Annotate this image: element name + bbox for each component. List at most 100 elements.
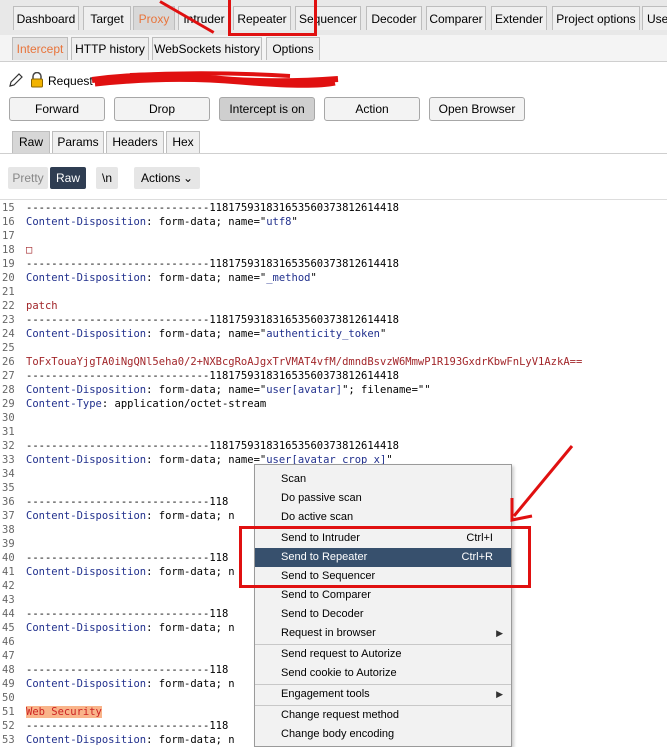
boundary-text: -----------------------------11817593183… — [26, 202, 399, 214]
annotation-box-send-group — [239, 526, 531, 588]
header-key: Content-Disposition — [26, 566, 147, 578]
menu-item[interactable]: Scan — [255, 470, 511, 489]
context-menu: Scan Do passive scan Do active scan Send to… — [254, 464, 512, 747]
field-name: user[avatar] — [266, 384, 343, 396]
annotation-box-repeater-tab — [228, 0, 317, 36]
line-number: 30 — [2, 412, 15, 424]
code-line: Content-Disposition: form-data; name="ut… — [26, 216, 298, 228]
line-number: 24 — [2, 328, 15, 340]
header-value: : application/octet-stream — [101, 398, 267, 410]
actions-dropdown[interactable]: Actions ⌄ — [134, 167, 200, 189]
boundary-text: -----------------------------118 — [26, 720, 229, 732]
field-value: patch — [26, 300, 58, 312]
code-line: -----------------------------118 — [26, 608, 228, 620]
field-name: _method — [266, 272, 311, 284]
boundary-text: -----------------------------11817593183… — [26, 314, 399, 326]
main-tab-bar: Dashboard Target Proxy Intruder Repeater… — [0, 0, 667, 36]
line-number: 34 — [2, 468, 15, 480]
code-line: -----------------------------118 — [26, 496, 228, 508]
code-line: Content-Disposition: form-data; n — [26, 566, 235, 578]
line-number: 32 — [2, 440, 15, 452]
header-key: Content-Disposition — [26, 734, 147, 746]
header-key: Content-Type — [26, 398, 102, 410]
tab-user-options[interactable]: Use — [642, 6, 667, 30]
highlighted-value: Web Security — [26, 706, 102, 718]
code-line: Content-Disposition: form-data; name="us… — [26, 384, 431, 396]
code-line: -----------------------------11817593183… — [26, 370, 399, 382]
header-value: : form-data; name=" — [146, 216, 267, 228]
menu-item-label: Do passive scan — [281, 492, 362, 504]
header-value-end: " — [291, 216, 298, 228]
pretty-toggle[interactable]: Pretty — [8, 167, 48, 189]
line-number: 39 — [2, 538, 15, 550]
line-number: 27 — [2, 370, 15, 382]
menu-item[interactable]: Send request to Autorize — [255, 645, 511, 664]
field-name: authenticity_token — [266, 328, 381, 340]
open-browser-button[interactable]: Open Browser — [429, 97, 525, 121]
tab-http-history[interactable]: HTTP history — [71, 37, 149, 60]
code-line: Content-Disposition: form-data; name="_m… — [26, 272, 317, 284]
menu-item[interactable]: Send cookie to Autorize — [255, 664, 511, 683]
intercept-toggle-button[interactable]: Intercept is on — [219, 97, 315, 121]
forward-button[interactable]: Forward — [9, 97, 105, 121]
newline-toggle[interactable]: \n — [96, 167, 118, 189]
tab-dashboard[interactable]: Dashboard — [13, 6, 79, 30]
tab-decoder[interactable]: Decoder — [366, 6, 422, 30]
menu-item[interactable]: Change body encoding — [255, 725, 511, 744]
line-number: 49 — [2, 678, 15, 690]
tab-headers[interactable]: Headers — [106, 131, 164, 153]
field-value: ToFxTouaYjgTA0iNgQNl5eha0/2+NXBcgRoAJgxT… — [26, 356, 583, 368]
boundary-text: -----------------------------11817593183… — [26, 258, 399, 270]
line-number: 28 — [2, 384, 15, 396]
tab-divider — [0, 153, 667, 154]
tab-extender[interactable]: Extender — [491, 6, 547, 30]
tab-comparer[interactable]: Comparer — [426, 6, 486, 30]
tab-options[interactable]: Options — [266, 37, 320, 60]
menu-item[interactable]: Change request method — [255, 706, 511, 725]
line-number: 18 — [2, 244, 15, 256]
code-line: -----------------------------118 — [26, 552, 228, 564]
header-key: Content-Disposition — [26, 384, 147, 396]
header-value: : form-data; n — [146, 566, 235, 578]
menu-item[interactable]: Send to Comparer — [255, 586, 511, 605]
tab-intercept[interactable]: Intercept — [12, 37, 68, 60]
code-line: -----------------------------11817593183… — [26, 258, 399, 270]
header-key: Content-Disposition — [26, 328, 147, 340]
lock-icon — [31, 72, 43, 88]
header-key: Content-Disposition — [26, 510, 147, 522]
line-number: 31 — [2, 426, 15, 438]
menu-item-label: Send cookie to Autorize — [281, 667, 397, 679]
code-line: patch — [26, 300, 58, 312]
tab-raw[interactable]: Raw — [12, 131, 50, 153]
line-number: 26 — [2, 356, 15, 368]
code-line: -----------------------------118 — [26, 720, 228, 732]
tab-hex[interactable]: Hex — [166, 131, 200, 153]
line-number: 52 — [2, 720, 15, 732]
code-line: Content-Disposition: form-data; n — [26, 510, 235, 522]
menu-item[interactable]: Request in browser ▶ — [255, 624, 511, 643]
action-button[interactable]: Action — [324, 97, 420, 121]
line-number: 53 — [2, 734, 15, 746]
drop-button[interactable]: Drop — [114, 97, 210, 121]
code-line: Content-Disposition: form-data; n — [26, 678, 235, 690]
line-number: 35 — [2, 482, 15, 494]
menu-item[interactable]: Engagement tools ▶ — [255, 685, 511, 704]
tab-project-options[interactable]: Project options — [552, 6, 640, 30]
tab-proxy[interactable]: Proxy — [133, 6, 175, 30]
menu-item-label: Send to Decoder — [281, 608, 364, 620]
tab-target[interactable]: Target — [83, 6, 131, 30]
menu-item[interactable]: Do active scan — [255, 508, 511, 527]
code-line: Web Security — [26, 706, 102, 718]
tab-websockets-history[interactable]: WebSockets history — [152, 37, 262, 60]
menu-item-label: Engagement tools — [281, 688, 370, 700]
menu-item[interactable]: Send to Decoder — [255, 605, 511, 624]
header-value: : form-data; n — [146, 678, 235, 690]
menu-item[interactable]: Do passive scan — [255, 489, 511, 508]
line-number: 20 — [2, 272, 15, 284]
tab-params[interactable]: Params — [52, 131, 104, 153]
code-line: Content-Disposition: form-data; n — [26, 734, 235, 746]
line-number: 19 — [2, 258, 15, 270]
menu-item-label: Do active scan — [281, 511, 354, 523]
menu-item-label: Change request method — [281, 709, 400, 721]
raw-toggle[interactable]: Raw — [50, 167, 86, 189]
